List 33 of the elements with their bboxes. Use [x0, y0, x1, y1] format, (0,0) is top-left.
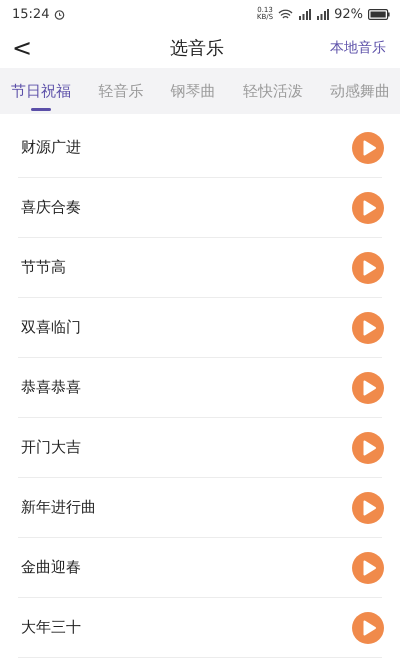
category-tab[interactable]: 动感舞曲 — [330, 68, 390, 114]
play-button[interactable] — [352, 372, 384, 404]
category-tab[interactable]: 钢琴曲 — [170, 68, 216, 114]
signal-icon — [316, 8, 330, 20]
song-title: 大年三十 — [21, 618, 81, 637]
song-title: 节节高 — [21, 258, 66, 277]
signal-icon — [298, 8, 312, 20]
play-button[interactable] — [352, 552, 384, 584]
play-button[interactable] — [352, 492, 384, 524]
battery-icon — [368, 8, 390, 20]
clock-time: 15:24 — [12, 6, 50, 22]
song-title: 财源广进 — [21, 138, 81, 157]
battery-percent: 92% — [334, 6, 363, 22]
wifi-icon — [278, 8, 294, 20]
song-title: 新年进行曲 — [21, 498, 96, 517]
song-title: 恭喜恭喜 — [21, 378, 81, 397]
play-button[interactable] — [352, 312, 384, 344]
alarm-icon — [54, 8, 66, 20]
play-button[interactable] — [352, 432, 384, 464]
play-button[interactable] — [352, 192, 384, 224]
category-tab[interactable]: 节日祝福 — [11, 68, 71, 114]
song-title: 开门大吉 — [21, 438, 81, 457]
page-title: 选音乐 — [170, 37, 224, 60]
back-button[interactable]: < — [8, 34, 36, 62]
local-music-button[interactable]: 本地音乐 — [330, 39, 386, 57]
category-tab[interactable]: 轻音乐 — [98, 68, 144, 114]
song-title: 喜庆合奏 — [21, 198, 81, 217]
song-title: 金曲迎春 — [21, 558, 81, 577]
category-tab[interactable]: 轻快活泼 — [242, 68, 303, 114]
song-title: 双喜临门 — [21, 318, 81, 337]
play-button[interactable] — [352, 132, 384, 164]
play-button[interactable] — [352, 612, 384, 644]
play-button[interactable] — [352, 252, 384, 284]
